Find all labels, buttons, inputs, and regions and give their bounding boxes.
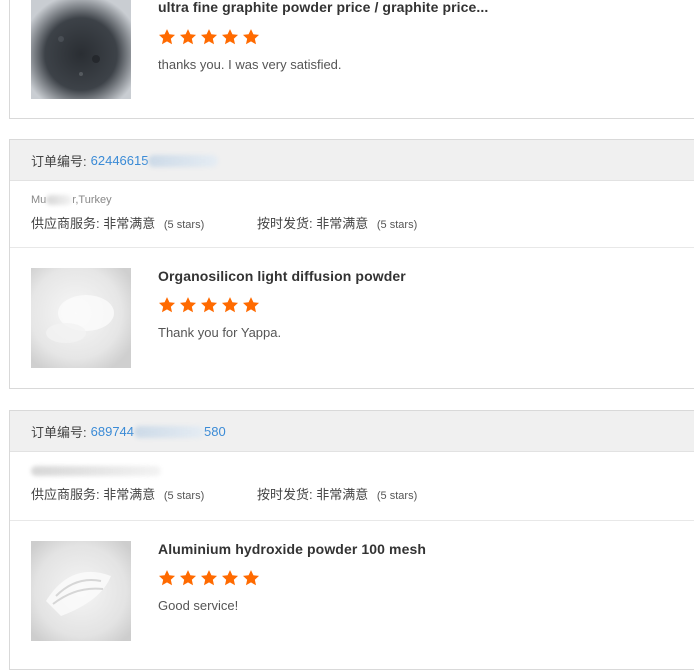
product-title[interactable]: Organosilicon light diffusion powder <box>158 268 406 284</box>
supplier-service-label: 供应商服务: <box>31 216 100 231</box>
star-icon <box>242 29 260 45</box>
review-item: ultra fine graphite powder price / graph… <box>10 0 694 118</box>
supplier-service-value: 非常满意 <box>103 487 156 502</box>
order-number-link[interactable]: 62446615 <box>91 153 219 168</box>
order-meta: Mu r,Turkey 供应商服务: 非常满意 (5 stars) 按时发货: 非… <box>10 181 694 248</box>
service-ratings: 供应商服务: 非常满意 (5 stars) 按时发货: 非常满意 (5 star… <box>31 484 694 503</box>
product-title[interactable]: ultra fine graphite powder price / graph… <box>158 0 488 15</box>
supplier-service-label: 供应商服务: <box>31 487 100 502</box>
star-icon <box>200 570 218 586</box>
buyer-location: r,Turkey <box>72 194 112 206</box>
star-icon <box>179 297 197 313</box>
redaction-blur <box>46 195 73 206</box>
redaction-blur <box>148 155 219 168</box>
star-icon <box>179 29 197 45</box>
star-icon <box>158 29 176 45</box>
review-comment: Good service! <box>158 598 239 613</box>
star-icon <box>158 570 176 586</box>
shipping-rating: 按时发货: 非常满意 (5 stars) <box>257 484 483 503</box>
redaction-blur <box>134 426 205 439</box>
review-item: Organosilicon light diffusion powder Tha… <box>10 248 694 388</box>
star-icon <box>158 297 176 313</box>
product-image-white-powder[interactable] <box>31 541 131 641</box>
order-meta: 供应商服务: 非常满意 (5 stars) 按时发货: 非常满意 (5 star… <box>10 452 694 521</box>
product-image-white-powder[interactable] <box>31 268 131 368</box>
shipping-stars: (5 stars) <box>376 219 418 231</box>
star-rating <box>158 296 260 314</box>
shipping-value: 非常满意 <box>316 216 369 231</box>
star-icon <box>221 297 239 313</box>
product-title[interactable]: Aluminium hydroxide powder 100 mesh <box>158 541 426 557</box>
star-rating <box>158 28 260 46</box>
star-icon <box>200 29 218 45</box>
star-icon <box>242 297 260 313</box>
buyer-name: Mu <box>31 194 47 206</box>
product-image-graphite[interactable] <box>31 0 131 99</box>
supplier-service-rating: 供应商服务: 非常满意 (5 stars) <box>31 484 257 503</box>
star-icon <box>221 29 239 45</box>
review-comment: Thank you for Yappa. <box>158 325 282 340</box>
star-icon <box>200 297 218 313</box>
supplier-service-stars: (5 stars) <box>163 219 205 231</box>
order-number-link[interactable]: 689744 580 <box>91 424 226 439</box>
shipping-label: 按时发货: <box>257 487 313 502</box>
shipping-label: 按时发货: <box>257 216 313 231</box>
supplier-service-rating: 供应商服务: 非常满意 (5 stars) <box>31 213 257 232</box>
review-card-1: ultra fine graphite powder price / graph… <box>9 0 694 119</box>
service-ratings: 供应商服务: 非常满意 (5 stars) 按时发货: 非常满意 (5 star… <box>31 213 694 232</box>
order-number-tail: 580 <box>204 423 226 439</box>
buyer-info <box>31 462 694 480</box>
review-comment: thanks you. I was very satisfied. <box>158 57 342 72</box>
review-card-3: 订单编号: 689744 580 供应商服务: 非常满意 (5 stars) 按时… <box>9 410 694 670</box>
star-icon <box>221 570 239 586</box>
redaction-blur <box>31 466 161 477</box>
buyer-info: Mu r,Turkey <box>31 191 694 209</box>
order-number-text: 689744 <box>90 423 135 439</box>
review-card-2: 订单编号: 62446615 Mu r,Turkey 供应商服务: 非常满意 (5… <box>9 139 694 389</box>
order-number-text: 62446615 <box>90 152 149 168</box>
star-icon <box>242 570 260 586</box>
star-rating <box>158 569 260 587</box>
supplier-service-value: 非常满意 <box>103 216 156 231</box>
review-item: Aluminium hydroxide powder 100 mesh Good… <box>10 521 694 661</box>
star-icon <box>179 570 197 586</box>
order-number-label: 订单编号: <box>31 424 87 440</box>
supplier-service-stars: (5 stars) <box>163 490 205 502</box>
shipping-value: 非常满意 <box>316 487 369 502</box>
order-header: 订单编号: 62446615 <box>10 140 694 181</box>
shipping-stars: (5 stars) <box>376 490 418 502</box>
order-header: 订单编号: 689744 580 <box>10 411 694 452</box>
order-number-label: 订单编号: <box>31 153 87 169</box>
shipping-rating: 按时发货: 非常满意 (5 stars) <box>257 213 483 232</box>
